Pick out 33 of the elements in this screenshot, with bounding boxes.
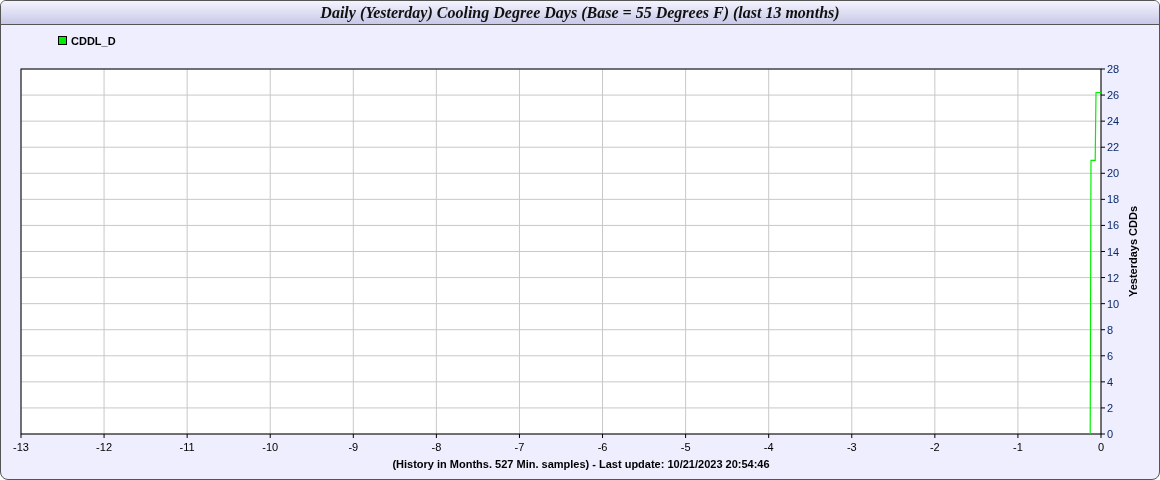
- x-tick-label: -1: [1013, 441, 1023, 453]
- y-tick-label: 24: [1107, 115, 1120, 128]
- x-tick-label: -10: [262, 441, 279, 453]
- y-tick-label: 20: [1107, 167, 1120, 180]
- x-axis-label: (History in Months. 527 Min. samples) - Last update: 10/21/2023 20:54:46: [392, 458, 770, 470]
- y-tick-label: 10: [1107, 297, 1120, 310]
- x-tick-label: -12: [96, 441, 113, 453]
- x-tick-label: -5: [680, 441, 691, 453]
- y-tick-label: 12: [1107, 271, 1120, 284]
- y-tick-label: 0: [1107, 428, 1114, 440]
- y-tick-label: 26: [1107, 89, 1120, 102]
- y-tick-label: 6: [1107, 349, 1114, 362]
- y-tick-label: 18: [1107, 193, 1120, 206]
- x-tick-label: 0: [1097, 441, 1105, 453]
- y-axis-label: Yesterdays CDDs: [1127, 205, 1139, 298]
- y-tick-label: 2: [1107, 401, 1114, 414]
- x-tick-label: -4: [763, 441, 774, 453]
- x-tick-label: -13: [13, 441, 29, 453]
- x-tick-label: -9: [348, 441, 359, 453]
- x-tick-label: -3: [846, 441, 857, 453]
- y-tick-label: 4: [1107, 375, 1114, 388]
- window-title: Daily (Yesterday) Cooling Degree Days (Base = 55 Degrees F) (last 13 months): [1, 1, 1159, 25]
- x-tick-label: -8: [431, 441, 442, 453]
- x-tick-label: -7: [514, 441, 525, 453]
- y-tick-label: 28: [1107, 63, 1120, 75]
- x-tick-label: -11: [179, 441, 195, 453]
- y-tick-label: 22: [1107, 141, 1120, 154]
- x-tick-label: -2: [929, 441, 940, 453]
- y-tick-label: 14: [1107, 245, 1120, 258]
- y-tick-label: 16: [1107, 219, 1120, 232]
- y-tick-label: 8: [1107, 323, 1114, 336]
- x-tick-label: -6: [597, 441, 608, 453]
- legend-label: CDDL_D: [71, 34, 116, 47]
